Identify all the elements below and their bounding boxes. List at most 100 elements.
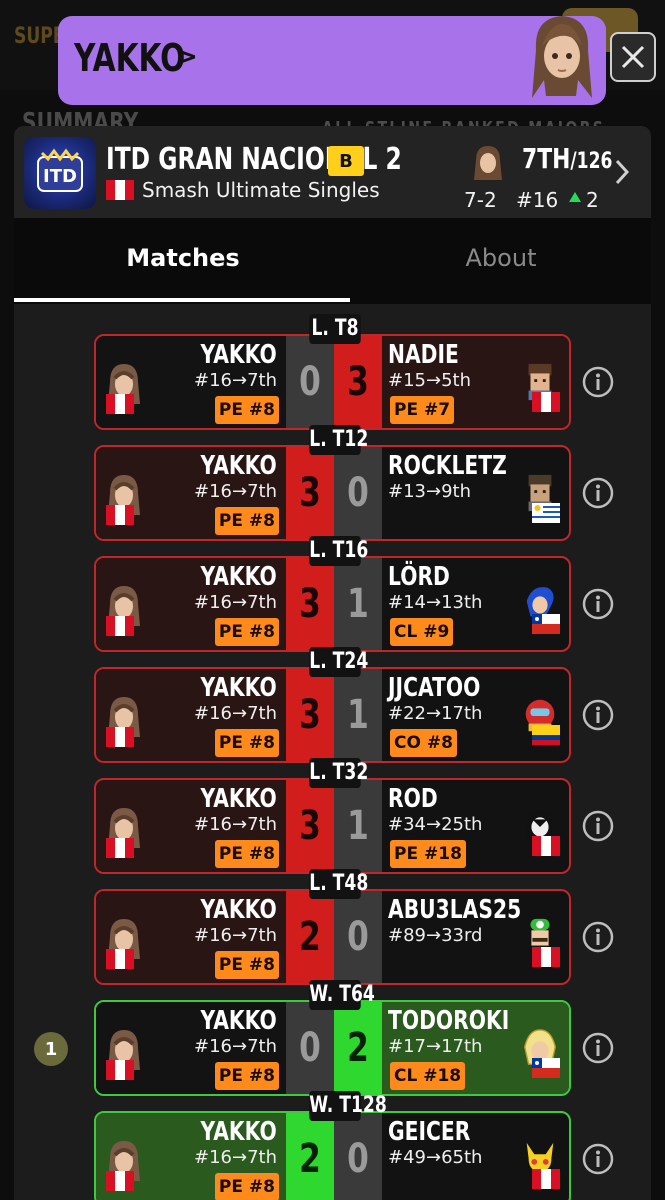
trend-up-icon bbox=[569, 192, 581, 202]
player-name: YAKKO bbox=[200, 673, 277, 703]
entrants-value: /126 bbox=[570, 149, 613, 174]
peru-flag-icon bbox=[106, 727, 134, 747]
player-avatar-icon bbox=[532, 16, 592, 98]
match-card[interactable]: L. T48 YAKKO #16→7th PE #8 2 0 ABU3LAS25 #89→33… bbox=[94, 869, 571, 985]
opponent-rank-tag: CO #8 bbox=[390, 729, 457, 757]
placing-value: 7TH bbox=[522, 142, 571, 175]
tab-bar: Matches About bbox=[14, 218, 651, 304]
player-name: YAKKO bbox=[200, 562, 277, 592]
tab-about[interactable]: About bbox=[342, 244, 651, 272]
match-info-button[interactable] bbox=[582, 699, 614, 731]
player-score-value: 3 bbox=[299, 803, 321, 849]
opponent-seed: #49→65th bbox=[388, 1147, 483, 1168]
opponent-score-value: 2 bbox=[347, 1025, 369, 1071]
match-info-button[interactable] bbox=[582, 1143, 614, 1175]
opponent-name[interactable]: TODOROKI bbox=[388, 1006, 509, 1036]
match-info-button[interactable] bbox=[582, 366, 614, 398]
opponent-seed: #13→9th bbox=[388, 481, 471, 502]
player-rank-tag: PE #8 bbox=[214, 840, 279, 868]
player-name: YAKKO bbox=[200, 784, 277, 814]
match-info-button[interactable] bbox=[582, 810, 614, 842]
info-icon bbox=[582, 810, 614, 842]
player-rank-tag: PE #8 bbox=[214, 396, 279, 424]
opponent-score-value: 1 bbox=[347, 692, 369, 738]
match-info-button[interactable] bbox=[582, 477, 614, 509]
opponent-rank-tag: PE #18 bbox=[390, 840, 466, 868]
player-score-value: 0 bbox=[299, 359, 321, 405]
player-seed: #16→7th bbox=[194, 370, 277, 391]
peru-flag-icon bbox=[106, 180, 134, 200]
round-label: L. T24 bbox=[309, 647, 368, 677]
event-placing: 7TH/126 bbox=[522, 142, 612, 175]
opponent-score: 3 bbox=[334, 336, 382, 428]
match-card[interactable]: L. T8 YAKKO #16→7th PE #8 0 3 NADIE #15→5th PE #… bbox=[94, 314, 571, 430]
player-toast[interactable]: YAKKO > bbox=[58, 16, 606, 105]
info-icon bbox=[582, 1032, 614, 1064]
player-seed: #16→7th bbox=[194, 814, 277, 835]
match-card[interactable]: W. T64 YAKKO #16→7th PE #8 0 2 TODOROKI #17→17t… bbox=[94, 980, 571, 1096]
opponent-rank-tag: CL #18 bbox=[390, 1062, 466, 1090]
info-icon bbox=[582, 477, 614, 509]
player-score-value: 2 bbox=[299, 1136, 321, 1182]
peru-flag-icon bbox=[106, 616, 134, 636]
info-icon bbox=[582, 1143, 614, 1175]
opponent-seed: #14→13th bbox=[388, 592, 483, 613]
opponent-name[interactable]: ABU3LAS25 bbox=[388, 895, 521, 925]
match-card[interactable]: L. T12 YAKKO #16→7th PE #8 3 0 ROCKLETZ #13→9th bbox=[94, 425, 571, 541]
opponent-name[interactable]: GEICER bbox=[388, 1117, 470, 1147]
player-score-value: 3 bbox=[299, 692, 321, 738]
uruguay-flag-icon bbox=[532, 503, 560, 523]
player-seed: #16→7th bbox=[194, 481, 277, 502]
opponent-score-value: 0 bbox=[347, 914, 369, 960]
round-label: L. T16 bbox=[309, 536, 368, 566]
player-score: 0 bbox=[286, 336, 334, 428]
opponent-name[interactable]: ROCKLETZ bbox=[388, 451, 507, 481]
active-tab-underline bbox=[14, 298, 350, 302]
peru-flag-icon bbox=[106, 1060, 134, 1080]
chevron-right-icon bbox=[615, 159, 630, 185]
event-game: Smash Ultimate Singles bbox=[142, 178, 380, 202]
peru-flag-icon bbox=[532, 836, 560, 856]
match-card[interactable]: L. T16 YAKKO #16→7th PE #8 3 1 LÖRD #14→13th CL … bbox=[94, 536, 571, 652]
close-button[interactable] bbox=[610, 32, 656, 82]
opponent-name[interactable]: JJCATOO bbox=[388, 673, 480, 703]
opponent-name[interactable]: LÖRD bbox=[388, 562, 450, 592]
peru-flag-icon bbox=[106, 1171, 134, 1191]
opponent-rank-tag: PE #7 bbox=[390, 396, 455, 424]
match-card[interactable]: L. T24 YAKKO #16→7th PE #8 3 1 JJCATOO #22→17th… bbox=[94, 647, 571, 763]
player-name: YAKKO bbox=[200, 1006, 277, 1036]
peru-flag-icon bbox=[106, 505, 134, 525]
player-rank-tag: PE #8 bbox=[214, 618, 279, 646]
player-score-value: 0 bbox=[299, 1025, 321, 1071]
chile-flag-icon bbox=[532, 1058, 560, 1078]
match-card[interactable]: L. T32 YAKKO #16→7th PE #8 3 1 ROD #34→25th PE #… bbox=[94, 758, 571, 874]
colombia-flag-icon bbox=[532, 725, 560, 745]
player-score-value: 3 bbox=[299, 470, 321, 516]
match-info-button[interactable] bbox=[582, 921, 614, 953]
tab-matches[interactable]: Matches bbox=[24, 244, 342, 272]
opponent-score-value: 0 bbox=[347, 470, 369, 516]
info-icon bbox=[582, 588, 614, 620]
peru-flag-icon bbox=[106, 394, 134, 414]
peru-flag-icon bbox=[532, 392, 560, 412]
opponent-name[interactable]: ROD bbox=[388, 784, 438, 814]
chile-flag-icon bbox=[532, 614, 560, 634]
opponent-seed: #17→17th bbox=[388, 1036, 483, 1057]
player-seed: #16→7th bbox=[194, 925, 277, 946]
opponent-score: 2 bbox=[334, 1002, 382, 1094]
match-info-button[interactable] bbox=[582, 1032, 614, 1064]
match-card[interactable]: W. T128 YAKKO #16→7th PE #8 2 0 GEICER #49→65th bbox=[94, 1091, 571, 1200]
info-icon bbox=[582, 921, 614, 953]
match-info-button[interactable] bbox=[582, 588, 614, 620]
event-sheet: ITD ITD GRAN NACIONAL 2 B Smash Ultimate… bbox=[14, 126, 651, 1200]
player-score: 3 bbox=[286, 780, 334, 872]
player-seed: #16→7th bbox=[194, 1036, 277, 1057]
player-seed: #16→7th bbox=[194, 703, 277, 724]
event-header[interactable]: ITD ITD GRAN NACIONAL 2 B Smash Ultimate… bbox=[14, 126, 651, 218]
event-logo-icon: ITD bbox=[37, 148, 83, 192]
info-icon bbox=[582, 699, 614, 731]
peru-flag-icon bbox=[532, 947, 560, 967]
player-rank-tag: PE #8 bbox=[214, 507, 279, 535]
player-name: YAKKO bbox=[200, 451, 277, 481]
opponent-name[interactable]: NADIE bbox=[388, 340, 459, 370]
